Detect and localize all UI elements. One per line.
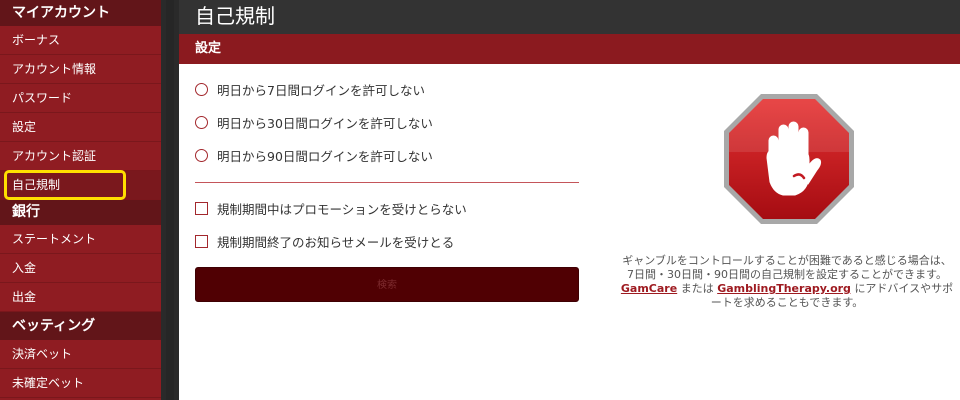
radio-button[interactable] (195, 82, 208, 96)
checkbox[interactable] (195, 234, 208, 248)
page-title: 自己規制 (195, 4, 275, 28)
gamcare-link[interactable]: GamCare (621, 282, 677, 295)
radio-button[interactable] (195, 115, 208, 129)
sidebar-item-settings[interactable]: 設定 (0, 113, 161, 142)
radio-option-90-days[interactable]: 明日から90日間ログインを許可しない (195, 145, 433, 165)
sidebar-item-settled-bets[interactable]: 決済ベット (0, 340, 161, 369)
info-paragraph: ギャンブルをコントロールすることが困難であると感じる場合は、 7日間・30日間・… (617, 254, 957, 310)
radio-label: 明日から90日間ログインを許可しない (217, 148, 433, 164)
radio-option-7-days[interactable]: 明日から7日間ログインを許可しない (195, 79, 425, 99)
info-text-before: ギャンブルをコントロールすることが困難であると感じる場合は、 7日間・30日間・… (622, 254, 952, 281)
radio-option-30-days[interactable]: 明日から30日間ログインを許可しない (195, 112, 433, 132)
checkbox-no-promotions[interactable]: 規制期間中はプロモーションを受けとらない (195, 198, 467, 218)
sidebar-heading-bank: 銀行 (0, 200, 161, 225)
checkbox-label: 規制期間終了のお知らせメールを受けとる (217, 234, 455, 250)
sidebar-item-account-verification[interactable]: アカウント認証 (0, 142, 161, 171)
info-text-between: または (680, 282, 714, 295)
radio-button[interactable] (195, 148, 208, 162)
sidebar-item-open-bets[interactable]: 未確定ベット (0, 369, 161, 398)
radio-label: 明日から7日間ログインを許可しない (217, 82, 425, 98)
sidebar-scrollbar[interactable] (161, 0, 179, 400)
sidebar-heading-my-account: マイアカウント (0, 0, 161, 26)
search-button[interactable]: 検索 (195, 267, 579, 302)
settings-section-title: 設定 (195, 41, 222, 56)
sidebar-item-self-exclusion[interactable]: 自己規制 (0, 171, 161, 200)
stop-hand-icon (724, 94, 854, 224)
page-header: 自己規制 (179, 0, 960, 34)
sidebar-item-withdraw[interactable]: 出金 (0, 283, 161, 312)
sidebar-item-account-info[interactable]: アカウント情報 (0, 55, 161, 84)
radio-label: 明日から30日間ログインを許可しない (217, 115, 433, 131)
options-divider (195, 182, 579, 183)
settings-section-bar: 設定 (179, 34, 960, 64)
sidebar-item-bonus[interactable]: ボーナス (0, 26, 161, 55)
sidebar-item-statement[interactable]: ステートメント (0, 225, 161, 254)
sidebar-item-password[interactable]: パスワード (0, 84, 161, 113)
checkbox[interactable] (195, 201, 208, 215)
checkbox-end-notification-email[interactable]: 規制期間終了のお知らせメールを受けとる (195, 231, 454, 251)
sidebar: マイアカウント ボーナス アカウント情報 パスワード 設定 アカウント認証 自己… (0, 0, 161, 400)
sidebar-heading-betting: ベッティング (0, 312, 161, 340)
checkbox-label: 規制期間中はプロモーションを受けとらない (217, 201, 467, 217)
sidebar-item-deposit[interactable]: 入金 (0, 254, 161, 283)
main-content: 明日から7日間ログインを許可しない 明日から30日間ログインを許可しない 明日か… (179, 64, 960, 400)
gamblingtherapy-link[interactable]: GamblingTherapy.org (717, 282, 851, 295)
